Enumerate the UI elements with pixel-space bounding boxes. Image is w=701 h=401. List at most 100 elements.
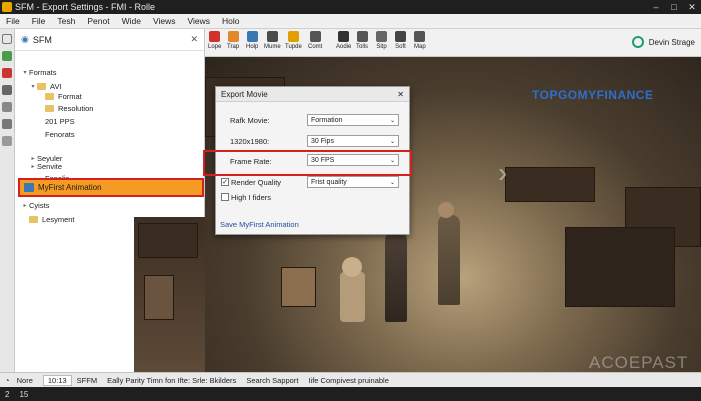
tree-item[interactable]: ▸ Cyists	[21, 199, 49, 211]
expand-toggle-icon[interactable]: ▸	[29, 163, 37, 170]
menu-item-file-2[interactable]: File	[26, 16, 52, 26]
render-quality-select[interactable]: Frist quality ⌄	[307, 176, 399, 188]
tree-item-label: Formats	[29, 67, 57, 77]
tree-item[interactable]: Fenorats	[37, 128, 75, 140]
expand-toggle-icon[interactable]: ▾	[29, 83, 37, 90]
high-fiders-label: High I fiders	[231, 193, 272, 202]
resolution-select[interactable]: 30 Fips ⌄	[307, 135, 399, 147]
tool-button[interactable]: Lope	[208, 31, 221, 50]
tree-item[interactable]: Resolution	[37, 102, 93, 114]
menu-item-file[interactable]: File	[0, 16, 26, 26]
menu-item-views[interactable]: Views	[147, 16, 182, 26]
folder-icon	[29, 215, 38, 223]
status-message: Eally Parity Timn fon Ifte: Srle: Bkilde…	[107, 375, 237, 385]
menu-item-views-2[interactable]: Views	[182, 16, 217, 26]
maximize-button[interactable]: □	[665, 2, 683, 13]
bottom-value-2: 15	[19, 389, 29, 399]
grid-icon[interactable]	[2, 34, 12, 44]
status-search-support[interactable]: Search Sapport	[241, 376, 303, 385]
resolution-label: 1320x1980:	[230, 137, 270, 146]
layers-icon[interactable]	[2, 119, 12, 129]
menu-item-tesh[interactable]: Tesh	[51, 16, 81, 26]
tool-button[interactable]: Map	[414, 31, 426, 50]
account-name: Devin Strage	[648, 37, 695, 47]
tool-label: Trap	[227, 44, 240, 50]
tree-item-label: MyFirst Animation	[38, 183, 102, 192]
account-icon	[631, 36, 644, 48]
folder-icon	[37, 82, 46, 90]
menu-item-holo[interactable]: Holo	[216, 16, 245, 26]
chevron-right-icon[interactable]: ›	[498, 157, 507, 189]
sitp-icon	[376, 31, 387, 42]
dialog-close-icon[interactable]: ✕	[397, 90, 404, 99]
tool-button[interactable]: Holp	[246, 31, 258, 50]
status-info: Iife Compivest pruinable	[308, 375, 389, 385]
bottom-bar: 2 15	[0, 387, 701, 401]
tool-button[interactable]: Sitp	[376, 31, 387, 50]
resolution-value: 30 Fips	[311, 137, 334, 145]
figure-child-head	[342, 257, 362, 277]
trap-icon	[227, 31, 239, 42]
menu-item-penot[interactable]: Penot	[81, 16, 115, 26]
tree-item[interactable]: Lesyment	[21, 213, 75, 225]
tree-title: SFM	[32, 34, 52, 45]
tool-label: Mume	[264, 44, 281, 50]
tupde-icon	[287, 31, 299, 42]
render-quality-label: Render Quality	[231, 178, 282, 187]
account[interactable]: Devin Strage	[631, 36, 695, 48]
save-animation-link[interactable]: Save MyFirst Animation	[220, 220, 299, 229]
scene-preview	[134, 217, 205, 372]
tree-item[interactable]: 201 PPS	[37, 115, 75, 127]
tree-item-label: Fenorats	[45, 129, 75, 139]
folder-icon	[45, 92, 54, 100]
tree-item-label: Senvite	[37, 161, 63, 171]
tree-item[interactable]: ▸ Senvite	[29, 160, 62, 172]
render-quality-checkbox[interactable]: ✓	[221, 178, 229, 186]
expand-toggle-icon[interactable]: ▾	[21, 69, 29, 76]
status-app: SFFM	[76, 375, 98, 385]
expand-toggle-icon[interactable]: ▸	[21, 202, 29, 209]
arrow-icon[interactable]	[2, 51, 12, 61]
tool-button[interactable]: Tupde	[285, 31, 302, 50]
tree-item-label: 201 PPS	[45, 116, 75, 126]
tool-button[interactable]: Comt	[308, 31, 322, 50]
mume-icon	[266, 31, 278, 42]
tool-label: Tolls	[356, 44, 369, 50]
chevron-down-icon: ⌄	[389, 117, 395, 124]
figure-center[interactable]	[438, 215, 460, 305]
dialog-title: Export Movie	[221, 89, 268, 99]
tool-button[interactable]: Soft	[395, 31, 406, 50]
tree-item[interactable]: Format	[37, 90, 82, 102]
movie-format-select[interactable]: Formation ⌄	[307, 114, 399, 126]
tool-label: Soft	[395, 44, 406, 50]
tree-item[interactable]: ▾ Formats	[21, 66, 57, 78]
minimize-button[interactable]: –	[647, 2, 665, 13]
help-icon	[246, 31, 258, 42]
tree-item-label: Cyists	[29, 200, 50, 210]
figure-child[interactable]	[340, 272, 365, 322]
close-button[interactable]: ✕	[683, 2, 701, 13]
gear-icon[interactable]	[2, 102, 12, 112]
tag-icon[interactable]	[2, 85, 12, 95]
record-icon[interactable]	[2, 68, 12, 78]
soft-icon	[395, 31, 406, 42]
tool-button[interactable]: Mume	[264, 31, 281, 50]
close-icon[interactable]: ✕	[190, 34, 198, 45]
tool-label: Tupde	[285, 44, 302, 50]
brand-logo: TOPGOMYFINANCE	[532, 88, 654, 102]
layers-icon	[209, 31, 221, 42]
chevron-down-icon: ⌄	[389, 138, 395, 145]
app-icon	[2, 2, 12, 12]
figure-left[interactable]	[385, 232, 407, 322]
tree-item-selected[interactable]: MyFirst Animation	[18, 178, 204, 197]
preview-cabinet	[144, 275, 174, 320]
tool-button[interactable]: Trap	[227, 31, 239, 50]
high-fiders-checkbox[interactable]	[221, 193, 229, 201]
list-icon[interactable]	[2, 136, 12, 146]
tool-button[interactable]: Aodie	[336, 31, 351, 50]
tool-button[interactable]: Tolls	[356, 31, 368, 50]
render-quality-value: Frist quality	[311, 178, 347, 186]
status-bar: ◔ Nore 10:13 SFFM Eally Parity Timn fon …	[0, 372, 701, 387]
status-mode: ◔ Nore	[5, 375, 33, 385]
menu-item-wide[interactable]: Wide	[116, 16, 147, 26]
